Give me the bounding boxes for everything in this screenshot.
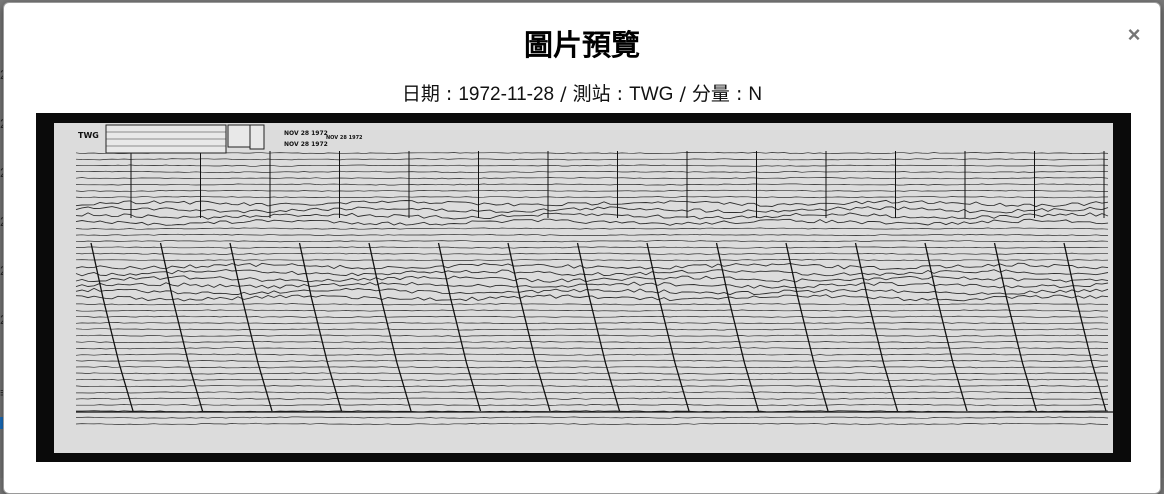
colon: : [610, 83, 630, 105]
date-value: 1972-11-28 [458, 84, 555, 105]
component-label: 分量 [691, 83, 730, 105]
colon: : [729, 83, 749, 105]
seismogram-drawing: TWG NOV 28 1972 NOV 28 1972 NOV 28 1972 [54, 123, 1113, 453]
seismogram-image: TWG NOV 28 1972 NOV 28 1972 NOV 28 1972 [36, 113, 1131, 462]
separator: / [673, 83, 692, 105]
separator: / [554, 83, 573, 105]
date-stamp: NOV 28 1972 [326, 135, 363, 141]
station-label: 測站 [572, 83, 611, 105]
image-metadata: 日期 : 1972-11-28 / 測站 : TWG / 分量 : N [4, 81, 1160, 108]
date-stamp: NOV 28 1972 [284, 130, 328, 137]
modal-title: 圖片預覽 [523, 28, 640, 62]
station-value: TWG [629, 84, 674, 105]
date-stamp: NOV 28 1972 [284, 141, 328, 148]
date-label: 日期 [401, 83, 440, 105]
component-value: N [748, 84, 763, 105]
colon: : [439, 83, 459, 105]
image-preview-modal: 圖片預覽 × 日期 : 1972-11-28 / 測站 : TWG / 分量 :… [3, 2, 1161, 494]
close-button[interactable]: × [1124, 23, 1144, 47]
station-mark: TWG [78, 131, 99, 140]
